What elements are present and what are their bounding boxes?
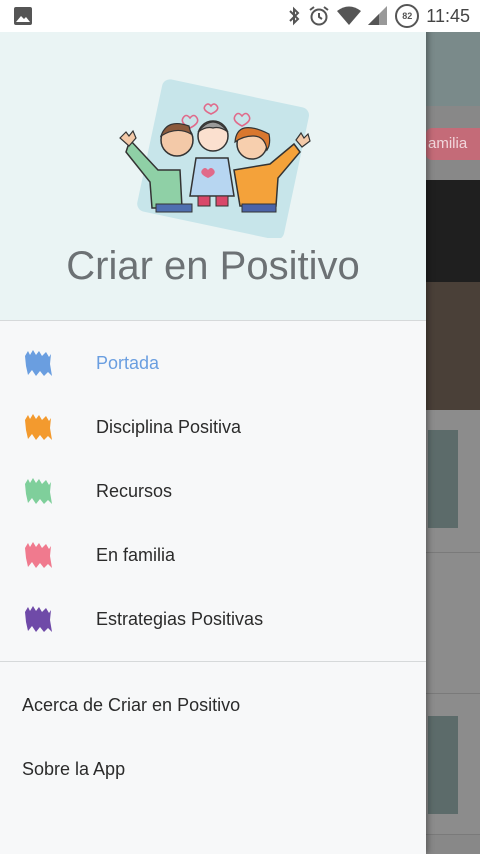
- app-title: Criar en Positivo: [66, 244, 360, 288]
- secondary-menu: Acerca de Criar en Positivo Sobre la App: [0, 674, 426, 802]
- navigation-drawer: Criar en Positivo Portada Disciplina Pos…: [0, 0, 426, 854]
- background-toolbar: [426, 32, 480, 106]
- background-card: [426, 553, 480, 693]
- menu-item-disciplina-positiva[interactable]: Disciplina Positiva: [0, 396, 426, 460]
- family-illustration-logo: [119, 79, 311, 238]
- background-chip-label: amilia: [428, 135, 468, 152]
- battery-level: 82: [402, 11, 413, 21]
- menu-item-estrategias-positivas[interactable]: Estrategias Positivas: [0, 588, 426, 652]
- menu-item-label: Portada: [96, 353, 160, 373]
- bluetooth-icon: [289, 6, 300, 26]
- background-hero-image-bottom: [426, 282, 480, 410]
- brush-logo-icon: [25, 414, 52, 440]
- menu-item-acerca-de[interactable]: Acerca de Criar en Positivo: [0, 674, 426, 738]
- menu-item-label: Sobre la App: [22, 759, 126, 779]
- background-app[interactable]: amilia: [426, 32, 480, 854]
- background-category-chip: amilia: [426, 128, 480, 160]
- background-thumbnail: [428, 430, 458, 528]
- menu-item-label: Disciplina Positiva: [96, 417, 242, 437]
- menu-item-label: Recursos: [96, 481, 173, 501]
- battery-icon: 82: [395, 4, 420, 28]
- alarm-icon: [309, 6, 329, 26]
- header-divider: [0, 320, 426, 321]
- menu-item-en-familia[interactable]: En familia: [0, 524, 426, 588]
- brush-logo-icon: [25, 478, 52, 504]
- menu-item-portada[interactable]: Portada: [0, 332, 426, 396]
- drawer-header: Criar en Positivo: [0, 32, 426, 320]
- brush-logo-icon: [25, 350, 52, 376]
- menu-item-sobre-la-app[interactable]: Sobre la App: [0, 738, 426, 802]
- menu-divider: [0, 661, 426, 662]
- status-bar: 82 11:45: [0, 0, 480, 32]
- signal-icon: [368, 6, 388, 25]
- menu-item-label: Estrategias Positivas: [96, 609, 264, 629]
- menu-item-label: Acerca de Criar en Positivo: [22, 695, 241, 715]
- brush-logo-icon: [25, 606, 52, 632]
- image-icon: [14, 7, 32, 25]
- clock: 11:45: [426, 5, 470, 26]
- primary-menu: Portada Disciplina Positiva Recursos En …: [0, 332, 426, 652]
- menu-item-recursos[interactable]: Recursos: [0, 460, 426, 524]
- menu-item-label: En familia: [96, 545, 176, 565]
- background-divider: [426, 834, 480, 835]
- brush-logo-icon: [25, 542, 52, 568]
- wifi-icon: [337, 6, 362, 25]
- background-thumbnail: [428, 716, 458, 814]
